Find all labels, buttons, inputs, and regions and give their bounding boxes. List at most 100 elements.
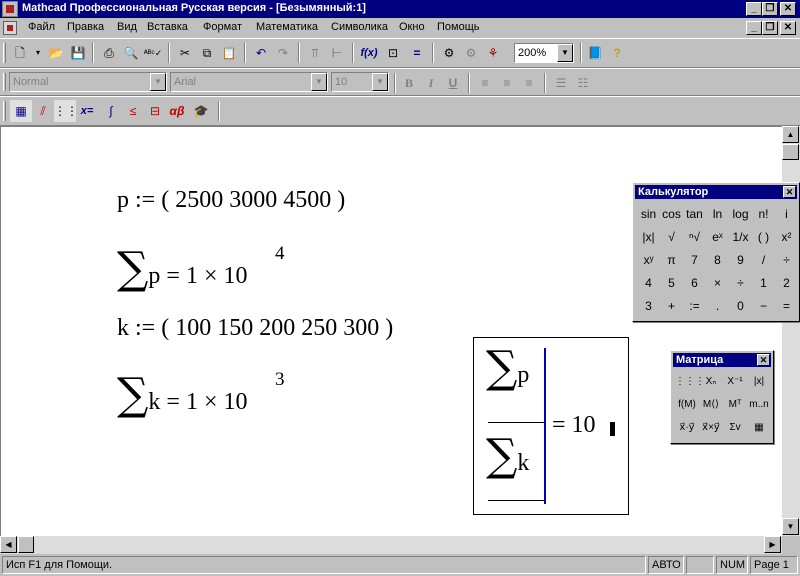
chevron-down-icon[interactable]: ▼ xyxy=(372,73,388,91)
menu-symbolics[interactable]: Символика xyxy=(331,21,388,33)
close-button[interactable]: ✕ xyxy=(780,2,796,16)
resource-center-icon[interactable]: ⚘ xyxy=(482,42,504,64)
align-center-text-icon[interactable]: ≡ xyxy=(496,72,518,94)
align-right-text-icon[interactable]: ≡ xyxy=(518,72,540,94)
calculator-key[interactable]: 0 xyxy=(729,295,752,317)
toolbar-grip[interactable] xyxy=(3,73,6,91)
spell-check-icon[interactable]: ᴬᴮᶜ✓ xyxy=(142,42,164,64)
menu-insert[interactable]: Вставка xyxy=(147,21,188,33)
font-select[interactable]: Arial ▼ xyxy=(170,72,328,92)
calculator-title[interactable]: Калькулятор ✕ xyxy=(635,185,797,199)
chevron-down-icon[interactable]: ▼ xyxy=(557,44,573,62)
calculator-key[interactable]: |x| xyxy=(637,226,660,248)
menu-view[interactable]: Вид xyxy=(117,21,137,33)
matrix-key[interactable]: M⟨⟩ xyxy=(699,394,723,416)
matrix-key[interactable]: Xₙ xyxy=(699,371,723,393)
bullets-icon[interactable]: ☰ xyxy=(550,72,572,94)
calculator-key[interactable]: + xyxy=(660,295,683,317)
boolean-palette-icon[interactable]: ≤ xyxy=(122,100,144,122)
chevron-down-icon[interactable]: ▼ xyxy=(150,73,166,91)
calculator-key[interactable]: ÷ xyxy=(775,249,798,271)
insert-unit-icon[interactable]: ⊡ xyxy=(382,42,404,64)
calculator-key[interactable]: / xyxy=(752,249,775,271)
doc-minimize-button[interactable]: _ xyxy=(746,21,762,35)
calculator-key[interactable]: x² xyxy=(775,226,798,248)
calculator-key[interactable]: . xyxy=(706,295,729,317)
calculator-key[interactable]: 3 xyxy=(637,295,660,317)
calculator-key[interactable]: 6 xyxy=(683,272,706,294)
calculator-key[interactable]: ln xyxy=(706,203,729,225)
numbering-icon[interactable]: ☷ xyxy=(572,72,594,94)
print-preview-icon[interactable]: 🔍 xyxy=(120,42,142,64)
insert-function-icon[interactable]: f(x) xyxy=(358,42,380,64)
horizontal-scrollbar[interactable]: ◀ ▶ xyxy=(0,536,782,554)
calculator-key[interactable]: 5 xyxy=(660,272,683,294)
app-icon[interactable] xyxy=(2,1,18,17)
scroll-left-icon[interactable]: ◀ xyxy=(0,536,17,553)
matrix-key[interactable]: |x| xyxy=(747,371,771,393)
programming-palette-icon[interactable]: ⊟ xyxy=(144,100,166,122)
p-definition[interactable]: p := ( 2500 3000 4500 ) xyxy=(117,187,345,214)
calculator-key[interactable]: xʸ xyxy=(637,249,660,271)
align-left-icon[interactable]: ⊢ xyxy=(326,42,348,64)
style-select[interactable]: Normal ▼ xyxy=(9,72,167,92)
matrix-key[interactable]: X⁻¹ xyxy=(723,371,747,393)
calculator-key[interactable]: 1/x xyxy=(729,226,752,248)
calculator-key[interactable]: ( ) xyxy=(752,226,775,248)
calculator-key[interactable]: 9 xyxy=(729,249,752,271)
sum-k-expression[interactable]: ∑k = 1 × 10 3 xyxy=(117,369,285,420)
calculator-key[interactable]: tan xyxy=(683,203,706,225)
paste-icon[interactable]: 📋 xyxy=(218,42,240,64)
bold-button[interactable]: B xyxy=(398,72,420,94)
matrix-key[interactable]: Mᵀ xyxy=(723,394,747,416)
k-definition[interactable]: k := ( 100 150 200 250 300 ) xyxy=(117,315,393,342)
matrix-key[interactable]: ⋮⋮⋮ xyxy=(675,371,705,393)
calculator-key[interactable]: sin xyxy=(637,203,660,225)
open-icon[interactable]: 📂 xyxy=(45,42,67,64)
fraction-region[interactable]: ∑p ∑k = 10 xyxy=(473,337,629,515)
matrix-key[interactable]: ▦ xyxy=(747,417,771,439)
calculator-key[interactable]: − xyxy=(752,295,775,317)
close-icon[interactable]: ✕ xyxy=(783,186,796,198)
calculator-key[interactable]: ⁿ√ xyxy=(683,226,706,248)
undo-icon[interactable]: ↶ xyxy=(250,42,272,64)
print-icon[interactable]: ⎙ xyxy=(98,42,120,64)
scroll-up-icon[interactable]: ▲ xyxy=(782,126,799,143)
calculus-palette-icon[interactable]: ∫ xyxy=(100,100,122,122)
italic-button[interactable]: I xyxy=(420,72,442,94)
cut-icon[interactable]: ✂ xyxy=(174,42,196,64)
menu-file[interactable]: Файл xyxy=(28,21,55,33)
matrix-key[interactable]: f(M) xyxy=(675,394,699,416)
insert-hyperlink-icon[interactable]: ⚙ xyxy=(438,42,460,64)
component-wizard-icon[interactable]: ⚙ xyxy=(460,42,482,64)
scroll-down-icon[interactable]: ▼ xyxy=(782,518,799,535)
calculator-palette[interactable]: Калькулятор ✕ sin cos tan ln log n! i |x| √ ⁿ√ eˣ 1… xyxy=(632,182,800,322)
chevron-down-icon[interactable]: ▼ xyxy=(311,73,327,91)
underline-button[interactable]: U xyxy=(442,72,464,94)
doc-close-button[interactable]: ✕ xyxy=(780,21,796,35)
scroll-right-icon[interactable]: ▶ xyxy=(764,536,781,553)
calculator-key[interactable]: π xyxy=(660,249,683,271)
horizontal-scroll-thumb[interactable] xyxy=(18,536,34,553)
redo-icon[interactable]: ↷ xyxy=(272,42,294,64)
calculator-palette-icon[interactable]: ▦ xyxy=(10,100,32,122)
matrix-key[interactable]: x⃗×y⃗ xyxy=(699,417,723,439)
calculator-key[interactable]: 2 xyxy=(775,272,798,294)
graph-palette-icon[interactable]: ⫽ xyxy=(32,100,54,122)
calculator-key[interactable]: × xyxy=(706,272,729,294)
align-left-text-icon[interactable]: ≡ xyxy=(474,72,496,94)
font-size-select[interactable]: 10 ▼ xyxy=(331,72,389,92)
calculator-key[interactable]: eˣ xyxy=(706,226,729,248)
calculator-key[interactable]: := xyxy=(683,295,706,317)
calculate-icon[interactable]: = xyxy=(406,42,428,64)
symbolic-palette-icon[interactable]: 🎓 xyxy=(190,100,212,122)
help-icon[interactable]: ? xyxy=(606,42,628,64)
document-icon[interactable] xyxy=(3,21,17,35)
menu-window[interactable]: Окно xyxy=(399,21,425,33)
menu-help[interactable]: Помощь xyxy=(437,21,480,33)
maximize-button[interactable]: ❐ xyxy=(762,2,778,16)
copy-icon[interactable]: ⧉ xyxy=(196,42,218,64)
calculator-key[interactable]: i xyxy=(775,203,798,225)
menu-edit[interactable]: Правка xyxy=(67,21,104,33)
calculator-key[interactable]: = xyxy=(775,295,798,317)
